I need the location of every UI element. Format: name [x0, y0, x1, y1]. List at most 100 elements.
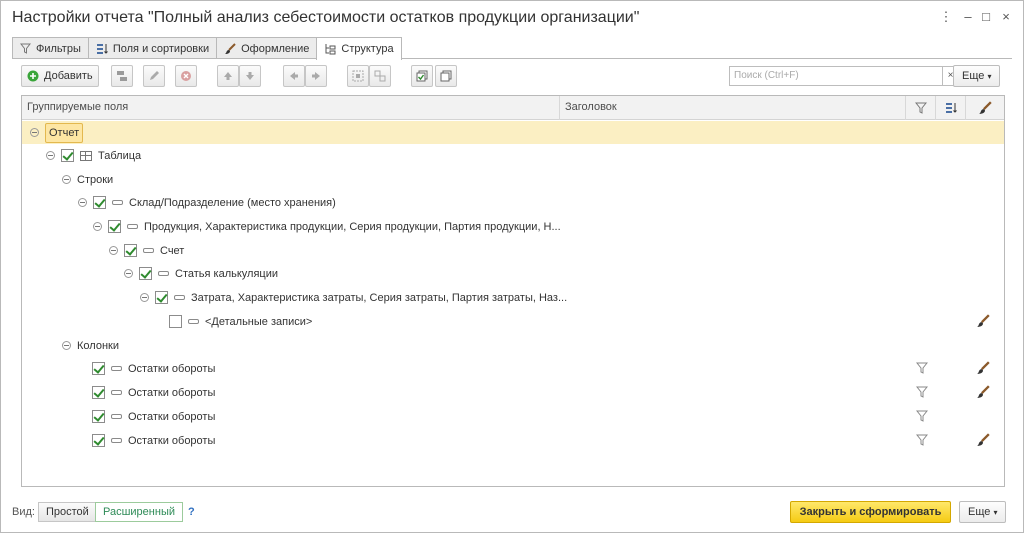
collapse-icon[interactable] [140, 293, 149, 302]
row-checkbox[interactable] [92, 410, 105, 423]
tree-row-column[interactable]: Остатки обороты [22, 405, 1004, 428]
row-checkbox[interactable] [169, 315, 182, 328]
tree-row-group[interactable]: Счет [22, 239, 1004, 262]
tree-row-rows-section[interactable]: Строки [22, 168, 1004, 191]
structure-grid: Группируемые поля Заголовок Отчет Таблиц… [21, 95, 1005, 487]
collapse-icon[interactable] [62, 175, 71, 184]
table-icon [80, 150, 92, 161]
row-checkbox[interactable] [139, 267, 152, 280]
tree-row-column[interactable]: Остатки обороты [22, 357, 1004, 380]
row-checkbox[interactable] [92, 386, 105, 399]
tab-label: Фильтры [36, 42, 81, 55]
brush-icon[interactable] [976, 361, 990, 375]
maximize-button[interactable]: □ [978, 9, 994, 25]
row-checkbox[interactable] [92, 362, 105, 375]
group-icon [352, 70, 364, 82]
row-checkbox[interactable] [108, 220, 121, 233]
collapse-icon[interactable] [62, 341, 71, 350]
tab-label: Оформление [241, 42, 310, 55]
collapse-icon[interactable] [109, 246, 118, 255]
brush-icon[interactable] [976, 314, 990, 328]
tree-row-report[interactable]: Отчет [22, 121, 1004, 144]
collapse-icon[interactable] [46, 151, 55, 160]
tree-row-group[interactable]: Склад/Подразделение (место хранения) [22, 191, 1004, 214]
column-sort[interactable] [936, 96, 966, 120]
tree-row-table[interactable]: Таблица [22, 144, 1004, 167]
close-button[interactable]: × [998, 9, 1014, 25]
help-button[interactable]: ? [188, 506, 195, 518]
tree-row-label: Остатки обороты [128, 434, 216, 447]
filter-icon[interactable] [916, 362, 928, 374]
collapse-icon[interactable] [93, 222, 102, 231]
view-advanced-button[interactable]: Расширенный [95, 502, 183, 522]
edit-button[interactable] [143, 65, 165, 87]
arrow-left-icon [290, 72, 298, 80]
row-checkbox[interactable] [93, 196, 106, 209]
row-checkbox[interactable] [92, 434, 105, 447]
tab-structure[interactable]: Структура [316, 37, 402, 60]
move-right-button[interactable] [305, 65, 327, 87]
brush-icon[interactable] [976, 433, 990, 447]
brush-icon[interactable] [976, 385, 990, 399]
group-button[interactable] [347, 65, 369, 87]
filter-icon[interactable] [916, 434, 928, 446]
row-checkbox[interactable] [61, 149, 74, 162]
chevron-down-icon: ▾ [993, 508, 998, 517]
search-input[interactable]: Поиск (Ctrl+F) [729, 66, 943, 86]
tree-row-label: Затрата, Характеристика затраты, Серия з… [191, 291, 568, 304]
filter-icon[interactable] [916, 410, 928, 422]
uncheck-all-button[interactable] [435, 65, 457, 87]
tree-row-group[interactable]: Затрата, Характеристика затраты, Серия з… [22, 286, 1004, 309]
filter-icon[interactable] [916, 386, 928, 398]
collapse-icon[interactable] [124, 269, 133, 278]
sort-icon [946, 103, 957, 113]
tree-row-label: Таблица [98, 149, 142, 162]
move-up-button[interactable] [217, 65, 239, 87]
column-filter[interactable] [906, 96, 936, 120]
field-icon [158, 271, 169, 276]
tree-row-column[interactable]: Остатки обороты [22, 381, 1004, 404]
tree-row-label: Колонки [77, 339, 119, 352]
view-label: Вид: [12, 506, 35, 518]
field-icon [111, 366, 122, 371]
tab-appearance[interactable]: Оформление [216, 37, 318, 59]
column-appearance[interactable] [966, 96, 1004, 120]
tab-filters[interactable]: Фильтры [12, 37, 89, 59]
tree-row-column[interactable]: Остатки обороты [22, 429, 1004, 452]
tree-row-group[interactable]: Продукция, Характеристика продукции, Сер… [22, 215, 1004, 238]
tree-row-detail-records[interactable]: <Детальные записи> [22, 310, 1004, 333]
row-checkbox[interactable] [124, 244, 137, 257]
window-title: Настройки отчета "Полный анализ себестои… [12, 9, 640, 26]
field-icon [127, 224, 138, 229]
tree-row-group[interactable]: Статья калькуляции [22, 262, 1004, 285]
delete-icon [181, 71, 191, 81]
collapse-icon[interactable] [30, 128, 39, 137]
more-label: Еще [968, 506, 991, 518]
column-title[interactable]: Заголовок [560, 96, 906, 120]
structure-icon [325, 44, 336, 55]
move-down-button[interactable] [239, 65, 261, 87]
tab-strip: Фильтры Поля и сортировки Оформление Стр… [12, 37, 402, 60]
column-grouped-fields[interactable]: Группируемые поля [22, 96, 560, 120]
tree-row-label: Остатки обороты [128, 362, 216, 375]
row-checkbox[interactable] [155, 291, 168, 304]
delete-button[interactable] [175, 65, 197, 87]
add-group-button[interactable] [111, 65, 133, 87]
window-menu-button[interactable]: ⋮ [938, 9, 954, 25]
tree-row-label: Продукция, Характеристика продукции, Сер… [144, 220, 561, 233]
collapse-icon[interactable] [78, 198, 87, 207]
add-button[interactable]: Добавить [21, 65, 99, 87]
ungroup-button[interactable] [369, 65, 391, 87]
check-all-button[interactable] [411, 65, 433, 87]
tab-label: Поля и сортировки [112, 42, 210, 55]
tree-row-columns-section[interactable]: Колонки [22, 334, 1004, 357]
tab-fields-sorting[interactable]: Поля и сортировки [87, 37, 218, 59]
move-left-button[interactable] [283, 65, 305, 87]
view-simple-button[interactable]: Простой [38, 502, 97, 522]
toolbar-more-button[interactable]: Еще ▾ [953, 65, 1001, 87]
minimize-button[interactable]: – [960, 9, 976, 25]
toolbar: Добавить Поиск (Ctrl+F) × Еще ▾ [21, 65, 1005, 87]
close-and-build-button[interactable]: Закрыть и сформировать [790, 501, 951, 523]
footer-more-button[interactable]: Еще ▾ [959, 501, 1007, 523]
tree-row-label: Остатки обороты [128, 410, 216, 423]
